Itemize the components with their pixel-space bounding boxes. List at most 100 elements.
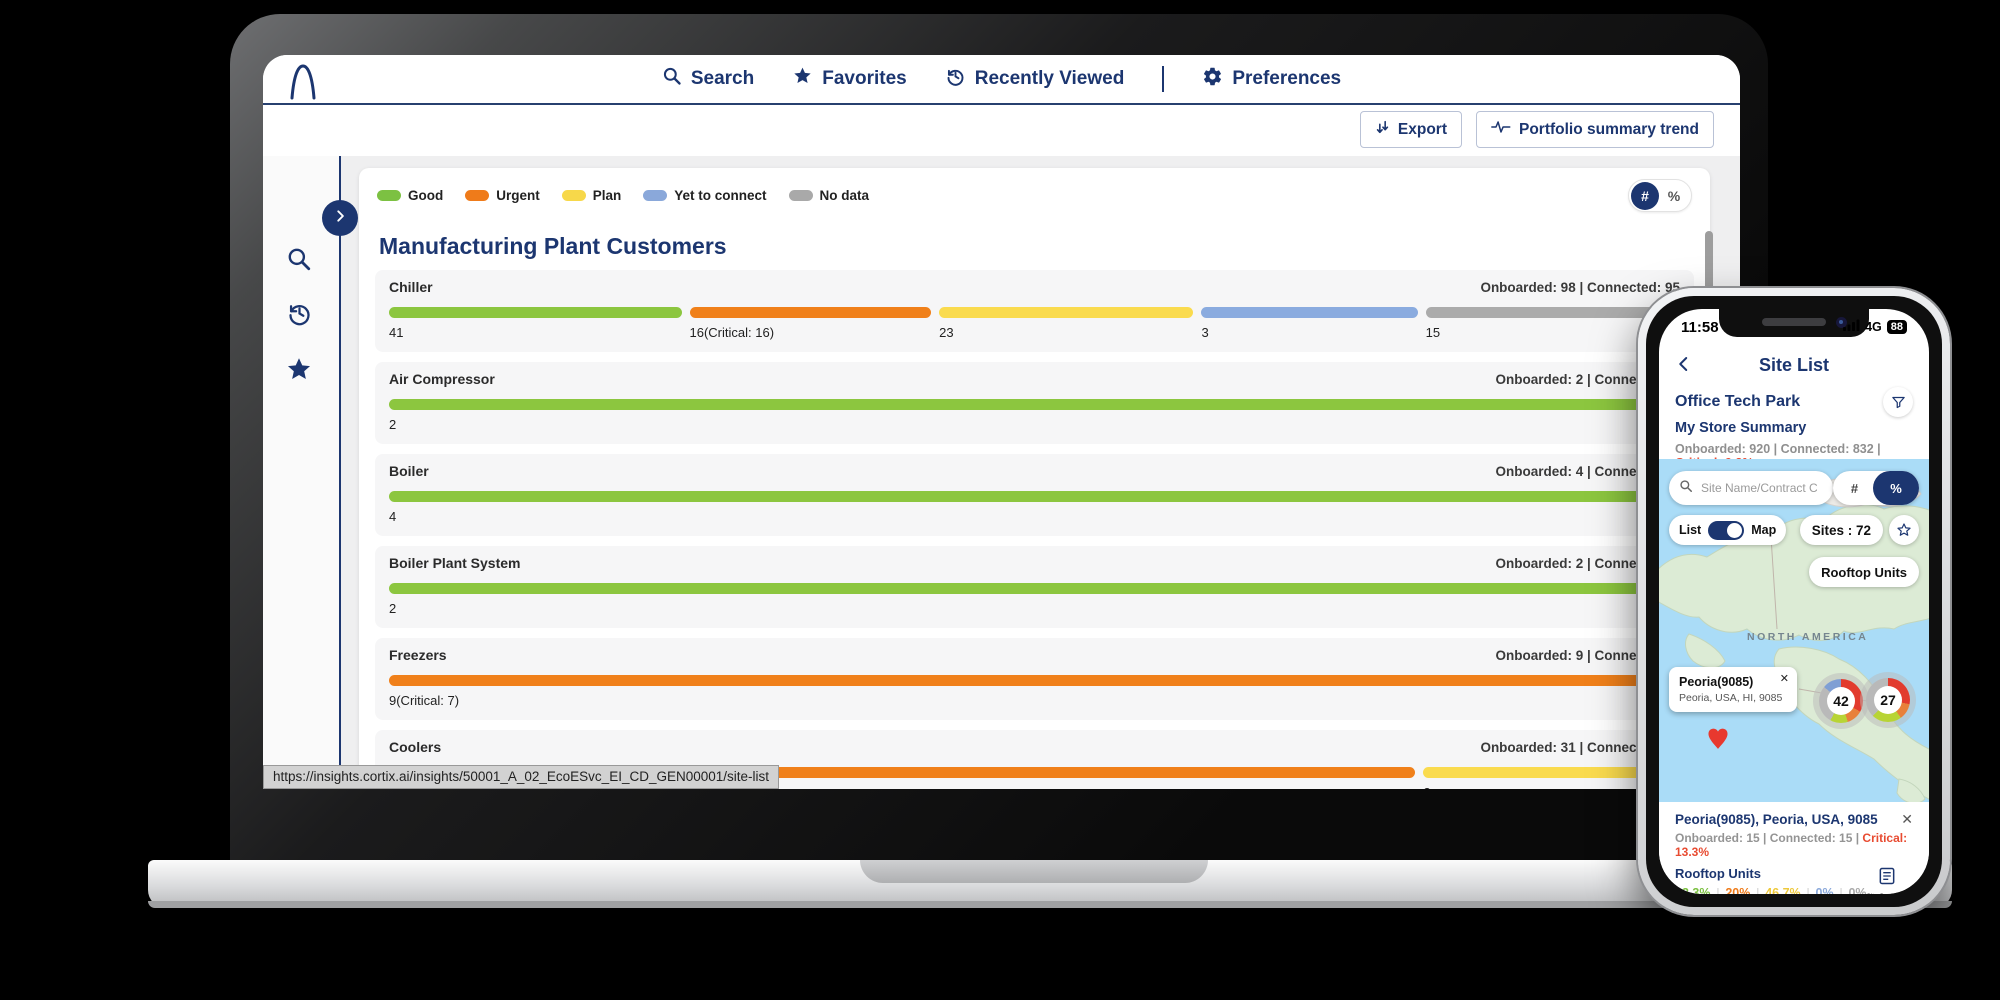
unit-percent-selected[interactable]: % xyxy=(1873,471,1919,505)
bar-segment[interactable]: 2 xyxy=(389,583,1680,616)
site-search-bar[interactable] xyxy=(1669,471,1833,505)
gear-icon xyxy=(1202,66,1223,93)
map-popup: Peoria(9085) Peoria, USA, HI, 9085 ✕ xyxy=(1669,667,1797,712)
dashboard-content: Good Urgent Plan Yet to connect No data # % … xyxy=(263,156,1740,789)
export-button[interactable]: Export xyxy=(1359,111,1462,148)
star-outline-icon xyxy=(1897,523,1911,536)
segment-value: 41 xyxy=(389,325,404,340)
nav-recently-viewed[interactable]: Recently Viewed xyxy=(945,66,1124,93)
sites-count-pill[interactable]: Sites : 72 xyxy=(1799,515,1883,545)
star-icon xyxy=(792,66,813,92)
site-card-meta: Onboarded: 15 | Connected: 15 | Critical… xyxy=(1675,831,1908,859)
site-search-input[interactable] xyxy=(1699,480,1819,496)
percent-value: 0% xyxy=(1815,886,1834,894)
nav-favorites[interactable]: Favorites xyxy=(792,66,907,92)
list-map-toggle[interactable]: List Map xyxy=(1669,515,1787,545)
sidebar-history-icon[interactable] xyxy=(284,298,314,328)
nav-search-label: Search xyxy=(690,68,755,89)
signal-icon xyxy=(1843,318,1860,336)
phone: 11:58 4G 88 Site List Office Tech Park M… xyxy=(1638,288,1950,915)
popup-site-name: Peoria(9085) xyxy=(1679,675,1754,689)
map-cluster-marker[interactable]: 27 xyxy=(1860,672,1916,728)
segment-bar xyxy=(389,675,1680,686)
legend-swatch xyxy=(465,190,490,201)
unit-hash-selected[interactable]: # xyxy=(1631,181,1659,210)
bar-segment[interactable]: 3 xyxy=(1201,307,1418,340)
site-summary-action[interactable]: Site Summary xyxy=(1867,866,1908,894)
asset-type-label: Rooftop Units xyxy=(1675,866,1761,881)
legend-label: Plan xyxy=(592,188,622,203)
bar-segment[interactable]: 16(Critical: 16) xyxy=(689,307,932,340)
sidebar xyxy=(263,156,341,789)
asset-section[interactable]: Chiller Onboarded: 98 | Connected: 95 41… xyxy=(375,270,1694,352)
phone-screen: 11:58 4G 88 Site List Office Tech Park M… xyxy=(1659,309,1929,894)
legend-item: Urgent xyxy=(465,188,540,203)
percent-value: 46.7% xyxy=(1765,886,1801,894)
rooftop-units-filter-pill[interactable]: Rooftop Units xyxy=(1809,557,1919,587)
section-name: Boiler xyxy=(389,463,429,479)
legend-label: Urgent xyxy=(496,188,540,203)
sidebar-favorites-icon[interactable] xyxy=(284,354,314,384)
popup-close-icon[interactable]: ✕ xyxy=(1780,672,1789,685)
battery-icon: 88 xyxy=(1886,320,1907,334)
segment-value: 4 xyxy=(389,509,397,524)
nav-divider xyxy=(1162,66,1165,92)
segment-bar xyxy=(1201,307,1418,318)
legend-item: Yet to connect xyxy=(643,188,767,203)
section-name: Air Compressor xyxy=(389,371,495,387)
portfolio-card: Good Urgent Plan Yet to connect No data # % … xyxy=(359,168,1710,789)
todo-list-action[interactable]: To-do list xyxy=(1919,866,1929,894)
segment-value: 23 xyxy=(939,325,954,340)
site-actions: Site Summary To-do list LIVE Live Connec… xyxy=(1867,866,1929,894)
asset-section[interactable]: Boiler Onboarded: 4 | Connected: 4 4 xyxy=(375,454,1694,536)
toolbar: Export Portfolio summary trend xyxy=(263,105,1740,154)
site-pin-icon[interactable] xyxy=(1705,725,1731,756)
unit-toggle-phone[interactable]: # % xyxy=(1832,471,1919,505)
bar-segment[interactable]: 2 xyxy=(389,399,1680,432)
section-name: Coolers xyxy=(389,739,442,755)
network-label: 4G xyxy=(1865,320,1882,334)
segment-bar xyxy=(389,307,682,318)
sidebar-expand-button[interactable] xyxy=(322,200,358,236)
site-detail-card: Peoria(9085), Peoria, USA, 9085 ✕ Onboar… xyxy=(1659,802,1929,894)
map-view[interactable]: NORTH AMERICA # % List xyxy=(1659,459,1929,802)
phone-bezel: 11:58 4G 88 Site List Office Tech Park M… xyxy=(1646,296,1942,907)
bar-segment[interactable]: 4 xyxy=(389,491,1680,524)
composite-stage: Search Favorites Recently Viewed Prefere… xyxy=(0,0,2000,1000)
nav-search[interactable]: Search xyxy=(662,66,754,92)
percent-value: 33.3% xyxy=(1675,886,1711,894)
bar-segment[interactable]: 9(Critical: 7) xyxy=(389,675,1680,708)
filter-button[interactable] xyxy=(1883,387,1913,417)
list-map-switch[interactable] xyxy=(1708,520,1745,540)
unit-percent[interactable]: % xyxy=(1659,188,1689,204)
legend-label: Good xyxy=(408,188,444,203)
phone-status-bar: 11:58 4G 88 xyxy=(1659,318,1929,336)
percent-value: 0% xyxy=(1848,886,1867,894)
unit-toggle-laptop[interactable]: # % xyxy=(1628,179,1692,212)
stacked-bar: 2 xyxy=(389,583,1680,616)
legend-swatch xyxy=(643,190,668,201)
segment-value: 2 xyxy=(389,601,397,616)
stacked-bar: 2 xyxy=(389,399,1680,432)
percent-separator: | xyxy=(1756,887,1760,894)
popup-site-address: Peoria, USA, HI, 9085 xyxy=(1679,692,1783,704)
magnifier-icon xyxy=(1679,479,1693,498)
bar-segment[interactable]: 41 xyxy=(389,307,682,340)
asset-section[interactable]: Air Compressor Onboarded: 2 | Connected:… xyxy=(375,362,1694,444)
bar-segment[interactable]: 23 xyxy=(939,307,1194,340)
legend-label: Yet to connect xyxy=(674,188,767,203)
site-summary-icon xyxy=(1877,866,1897,891)
sidebar-search-icon[interactable] xyxy=(284,244,314,274)
asset-section[interactable]: Boiler Plant System Onboarded: 2 | Conne… xyxy=(375,546,1694,628)
segment-bar xyxy=(389,399,1680,410)
legend-swatch xyxy=(377,190,401,201)
site-card-close-icon[interactable]: ✕ xyxy=(1901,811,1913,828)
action-label: Site Summary xyxy=(1867,893,1908,894)
portfolio-summary-trend-button[interactable]: Portfolio summary trend xyxy=(1476,111,1714,148)
favorite-sites-button[interactable] xyxy=(1889,515,1919,545)
unit-hash[interactable]: # xyxy=(1833,471,1877,505)
asset-section[interactable]: Freezers Onboarded: 9 | Connected: 9 9(C… xyxy=(375,638,1694,720)
percent-separator: | xyxy=(1716,887,1720,894)
nav-preferences[interactable]: Preferences xyxy=(1202,66,1341,93)
legend-row: Good Urgent Plan Yet to connect No data # % xyxy=(359,168,1710,221)
